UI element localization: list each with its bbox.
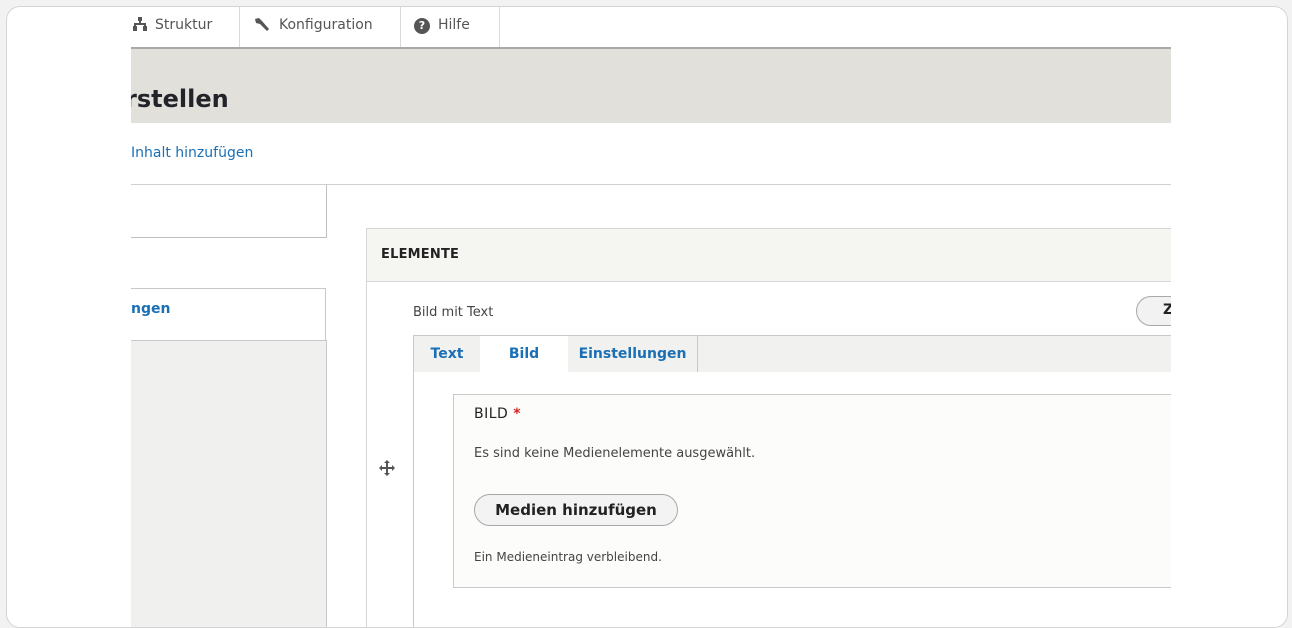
tab-bild[interactable]: Bild	[480, 336, 568, 374]
bild-label-text: BILD	[474, 406, 509, 422]
toolbar-label-struktur: Struktur	[155, 17, 213, 33]
tab-bar: Text Bild Einstellungen	[413, 335, 1171, 374]
sidebar-body	[131, 340, 327, 627]
add-content-link[interactable]: Inhalt hinzufügen	[131, 145, 253, 161]
toolbar-label-hilfe: Hilfe	[438, 17, 470, 33]
wrench-icon	[253, 17, 271, 37]
toolbar-item-hilfe[interactable]: ? Hilfe	[402, 7, 500, 47]
empty-media-message: Es sind keine Medienelemente ausgewählt.	[474, 446, 756, 461]
elemente-section: ELEMENTE Bild mit Text Z Text Bild Einst…	[366, 228, 1171, 627]
tab-text[interactable]: Text	[414, 336, 480, 373]
collapse-button[interactable]: Z	[1136, 296, 1171, 326]
toolbar-label-konfiguration: Konfiguration	[279, 17, 373, 33]
toolbar-item-konfiguration[interactable]: Konfiguration	[241, 7, 401, 47]
required-marker: *	[513, 406, 522, 422]
bild-fieldset: BILD * Es sind keine Medienelemente ausg…	[453, 394, 1171, 588]
drag-handle-icon[interactable]	[379, 460, 395, 481]
sidebar-tab-label: ngen	[131, 301, 171, 317]
tab-pane-bild: BILD * Es sind keine Medienelemente ausg…	[413, 372, 1171, 627]
main-divider	[327, 184, 1171, 185]
help-icon: ?	[414, 18, 430, 34]
page-viewport: Struktur Konfiguration ? Hilfe rstellen …	[131, 7, 1171, 627]
page-title: rstellen	[131, 85, 229, 113]
tab-einstellungen[interactable]: Einstellungen	[568, 336, 698, 373]
add-media-button[interactable]: Medien hinzufügen	[474, 494, 678, 526]
page-header: rstellen	[131, 49, 1171, 123]
bild-label: BILD *	[474, 406, 521, 422]
sitemap-icon	[133, 17, 147, 35]
browser-frame: Struktur Konfiguration ? Hilfe rstellen …	[6, 6, 1288, 628]
elemente-header: ELEMENTE	[367, 229, 1171, 282]
sidebar-panel-top	[131, 184, 327, 238]
admin-toolbar: Struktur Konfiguration ? Hilfe	[131, 7, 1171, 49]
toolbar-item-struktur[interactable]: Struktur	[131, 7, 240, 47]
sidebar-tab-active[interactable]: ngen	[131, 288, 326, 340]
remaining-count-text: Ein Medieneintrag verbleibend.	[474, 550, 662, 564]
widget-title: Bild mit Text	[413, 305, 494, 320]
